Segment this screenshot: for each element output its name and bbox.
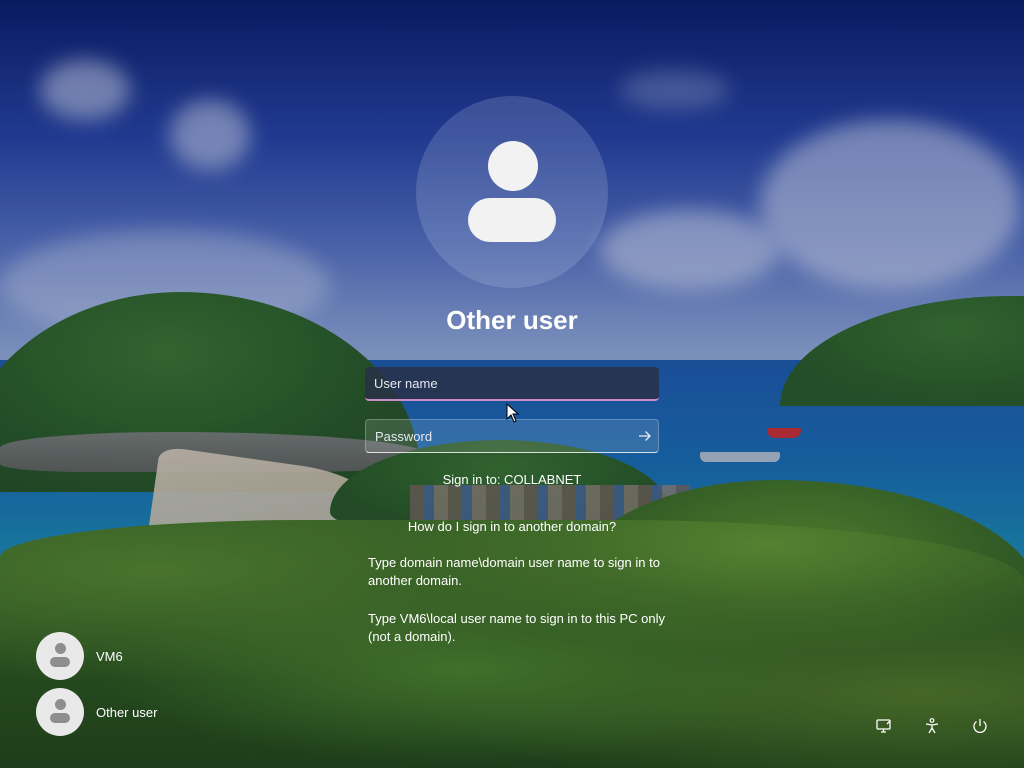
user-tile-other-user[interactable]: Other user <box>36 688 157 736</box>
username-input[interactable] <box>365 375 659 391</box>
submit-button[interactable] <box>632 421 658 451</box>
power-icon <box>973 719 987 733</box>
another-domain-help-link[interactable]: How do I sign in to another domain? <box>312 519 712 534</box>
user-avatar-large <box>416 96 608 288</box>
user-icon-body <box>468 198 556 242</box>
power-button[interactable] <box>968 714 992 738</box>
user-tile-vm6[interactable]: VM6 <box>36 632 123 680</box>
user-tile-label: Other user <box>96 704 158 720</box>
network-button[interactable] <box>872 714 896 738</box>
network-icon <box>876 719 891 733</box>
help-text-domain: Type domain name\domain user name to sig… <box>368 555 660 588</box>
password-field-container <box>365 419 659 453</box>
arrow-right-icon <box>639 431 652 441</box>
help-text-local: Type VM6\local user name to sign in to t… <box>368 611 665 644</box>
user-icon-head <box>488 141 538 191</box>
sign-in-domain-label: Sign in to: COLLABNET <box>442 472 582 487</box>
user-avatar-icon <box>36 688 84 736</box>
user-tile-label: VM6 <box>96 648 123 664</box>
user-title: Other user <box>446 305 578 335</box>
accessibility-button[interactable] <box>920 714 944 738</box>
mouse-cursor-icon <box>506 403 520 423</box>
user-avatar-icon <box>36 632 84 680</box>
accessibility-icon <box>925 718 939 734</box>
username-field-container <box>365 367 659 401</box>
password-input[interactable] <box>366 428 633 444</box>
